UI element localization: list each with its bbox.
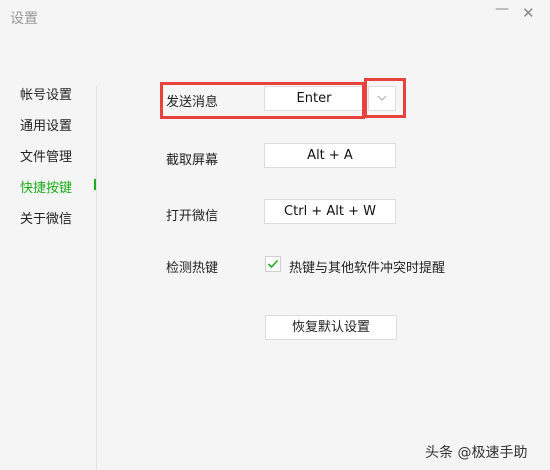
- sidebar-item-shortcuts[interactable]: 快捷按键: [20, 177, 72, 196]
- sidebar-item-about[interactable]: 关于微信: [20, 208, 72, 227]
- sidebar-item-account[interactable]: 帐号设置: [20, 84, 72, 103]
- watermark-text: 头条 @极速手助: [425, 445, 528, 461]
- sidebar-item-file-management[interactable]: 文件管理: [20, 146, 72, 165]
- detect-hotkey-label: 检测热键: [166, 261, 219, 276]
- minimize-button[interactable]: —: [495, 2, 509, 16]
- chevron-down-icon: [377, 95, 387, 101]
- hotkey-conflict-checkbox-label[interactable]: 热键与其他软件冲突时提醒: [289, 257, 445, 276]
- screenshot-shortcut-field[interactable]: Alt + A: [264, 143, 396, 168]
- sidebar-divider: [96, 86, 97, 470]
- hotkey-conflict-checkbox[interactable]: [265, 256, 281, 272]
- screenshot-label: 截取屏幕: [166, 153, 219, 168]
- checkmark-icon: [267, 259, 279, 269]
- send-message-shortcut-field[interactable]: Enter: [264, 86, 364, 111]
- send-message-label: 发送消息: [166, 95, 219, 110]
- reset-defaults-button[interactable]: 恢复默认设置: [265, 315, 397, 340]
- settings-window: 设置 — ✕ 帐号设置 通用设置 文件管理 快捷按键 关于微信 发送消息 Ent…: [0, 0, 550, 470]
- send-message-dropdown[interactable]: [368, 86, 396, 111]
- window-title: 设置: [10, 11, 38, 27]
- close-button[interactable]: ✕: [522, 6, 535, 21]
- open-wechat-label: 打开微信: [166, 209, 219, 224]
- open-wechat-shortcut-field[interactable]: Ctrl + Alt + W: [264, 199, 396, 224]
- sidebar-item-general[interactable]: 通用设置: [20, 115, 72, 134]
